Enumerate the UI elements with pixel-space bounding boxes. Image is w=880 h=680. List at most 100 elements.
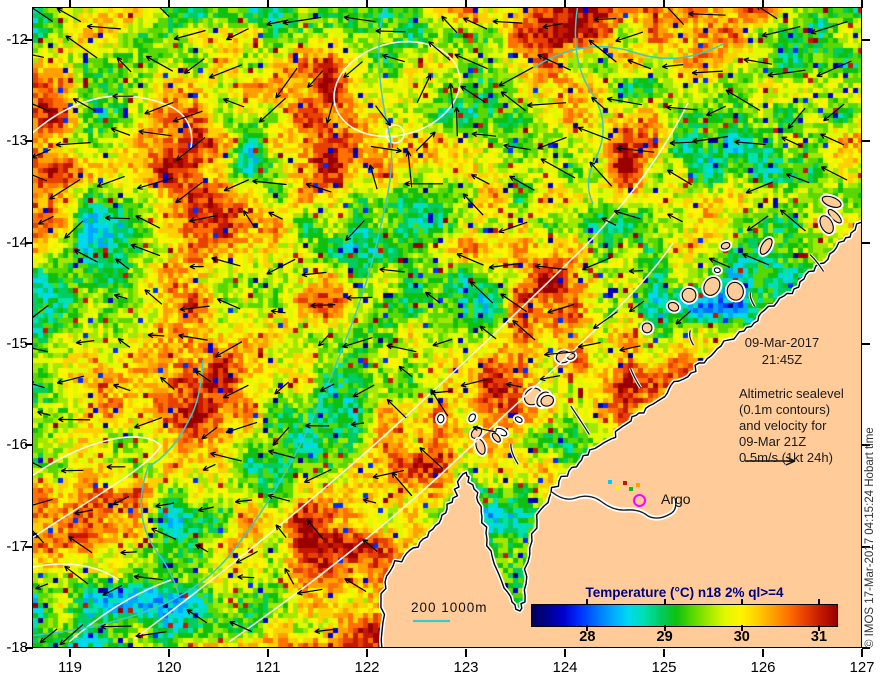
altimetric-line: 0.5m/s (1kt 24h) [739, 450, 833, 465]
velocity-arrow [68, 536, 93, 554]
lon-tick-label: 123 [453, 659, 479, 676]
velocity-arrow [189, 214, 218, 224]
velocity-arrow [325, 102, 334, 124]
velocity-arrow [33, 304, 49, 318]
velocity-arrow [613, 209, 641, 220]
axis-tick [366, 649, 368, 657]
velocity-arrow [534, 263, 567, 271]
velocity-arrow [159, 8, 170, 18]
lat-tick-label: -18 [6, 639, 28, 656]
velocity-arrow [757, 8, 778, 20]
fjord-inlet [629, 367, 642, 388]
velocity-arrow [197, 506, 214, 513]
velocity-arrow [509, 175, 535, 191]
sealevel-contour [333, 40, 461, 138]
altimetric-line: 09-Mar 21Z [739, 434, 807, 449]
velocity-arrow [498, 221, 528, 234]
estuary-sst-pixel [623, 481, 627, 485]
velocity-arrow [391, 472, 413, 497]
velocity-arrow [370, 145, 402, 154]
velocity-arrow [301, 271, 327, 278]
velocity-arrow [427, 41, 451, 61]
sealevel-contour [33, 563, 120, 581]
velocity-arrow [37, 410, 51, 416]
velocity-arrow [216, 298, 241, 310]
velocity-arrow [73, 249, 99, 263]
velocity-arrow [471, 131, 497, 138]
velocity-arrow [210, 451, 242, 462]
axis-tick [465, 649, 467, 657]
lon-tick-label: 122 [354, 659, 380, 676]
velocity-arrow [307, 70, 324, 89]
velocity-arrow [767, 69, 806, 78]
velocity-arrow [272, 426, 290, 446]
argo-float-marker[interactable] [633, 494, 646, 507]
velocity-arrow [479, 325, 497, 340]
date-line: 09-Mar-2017 [744, 335, 820, 350]
velocity-arrow [100, 623, 132, 630]
velocity-arrow [223, 179, 250, 192]
velocity-arrow [362, 538, 378, 552]
velocity-arrow [147, 332, 165, 339]
velocity-arrow [743, 57, 773, 65]
velocity-arrow [175, 136, 206, 161]
lat-tick-label: -17 [6, 538, 28, 555]
axis-tick [663, 0, 665, 8]
velocity-arrow [211, 256, 241, 267]
velocity-arrow [270, 308, 286, 315]
velocity-arrow [619, 345, 641, 353]
estuary-sst-pixel [629, 487, 633, 491]
axis-tick [267, 0, 269, 8]
velocity-arrow [343, 15, 376, 23]
lon-tick-label: 119 [58, 659, 82, 676]
velocity-arrow [488, 262, 522, 270]
velocity-arrow [462, 193, 484, 216]
velocity-arrow [352, 384, 375, 398]
velocity-arrow [144, 101, 174, 115]
velocity-arrow [498, 66, 534, 87]
velocity-arrow [112, 93, 134, 100]
bathymetry-contour [532, 43, 724, 69]
velocity-arrow [537, 136, 567, 150]
colorbar-title: Temperature (°C) n18 2% ql>=4 [585, 585, 784, 600]
velocity-arrow [341, 337, 373, 349]
axis-tick [465, 0, 467, 8]
map-area[interactable] [33, 8, 862, 648]
lon-tick-label: 120 [156, 659, 182, 676]
velocity-arrow [606, 96, 642, 106]
velocity-arrow [102, 584, 123, 596]
velocity-arrow [810, 21, 848, 35]
velocity-arrow [661, 63, 684, 70]
velocity-arrow [666, 169, 692, 186]
velocity-arrow [33, 8, 53, 22]
velocity-arrow [542, 22, 564, 30]
velocity-arrow [746, 215, 769, 232]
velocity-arrow [306, 518, 324, 540]
velocity-arrow [56, 8, 82, 23]
lon-tick-label: 127 [849, 659, 875, 676]
axis-tick [663, 649, 665, 657]
velocity-arrow [416, 74, 432, 104]
velocity-arrow [725, 89, 761, 112]
velocity-arrow [234, 498, 252, 505]
velocity-arrow [55, 141, 91, 148]
figure: 119 120 121 122 123 124 125 126 127 -12 -13 -14 -15 -… [0, 0, 880, 680]
velocity-arrow [113, 383, 131, 392]
time-line: 21:45Z [761, 352, 803, 367]
velocity-arrow [540, 158, 576, 179]
bathymetry-contour [33, 8, 393, 637]
velocity-arrow [64, 220, 84, 239]
velocity-arrow [96, 175, 125, 188]
velocity-arrow [734, 139, 766, 146]
velocity-arrow [274, 381, 289, 395]
lat-tick-label: -14 [6, 234, 28, 251]
velocity-arrow [133, 574, 163, 581]
estuary-sst-pixel [608, 480, 612, 484]
velocity-arrow [145, 55, 174, 72]
velocity-arrow [705, 105, 726, 116]
velocity-arrow [48, 178, 81, 200]
velocity-arrow [503, 143, 531, 151]
velocity-arrow [368, 164, 378, 190]
velocity-arrow [577, 126, 612, 141]
velocity-arrow [112, 495, 130, 506]
